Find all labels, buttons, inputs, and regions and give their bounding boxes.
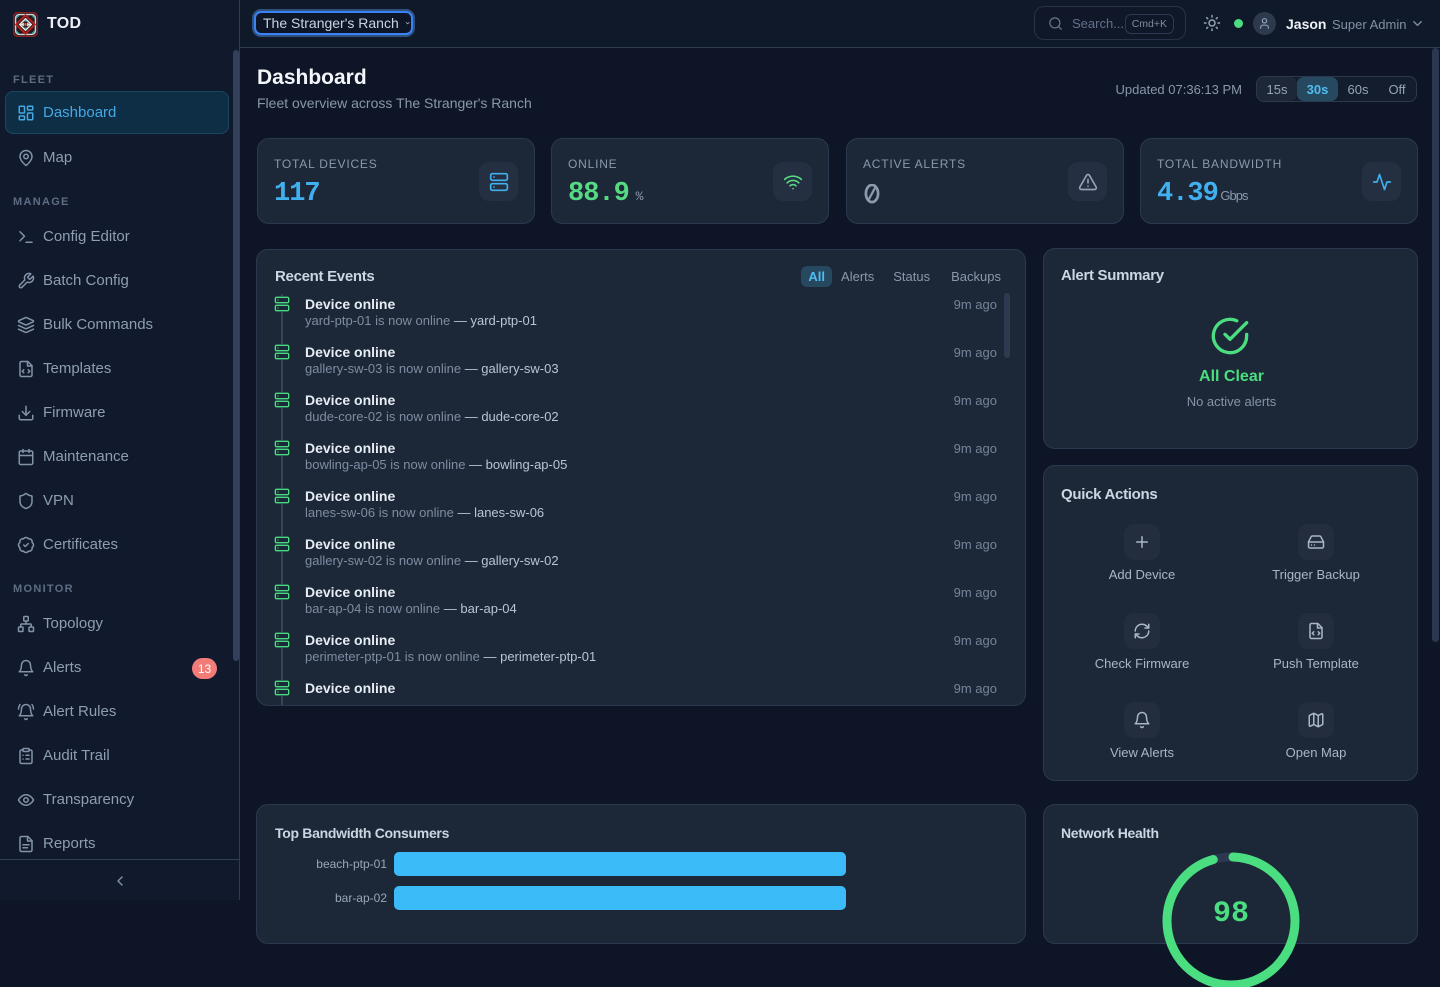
svg-text:98: 98 bbox=[1213, 897, 1249, 931]
